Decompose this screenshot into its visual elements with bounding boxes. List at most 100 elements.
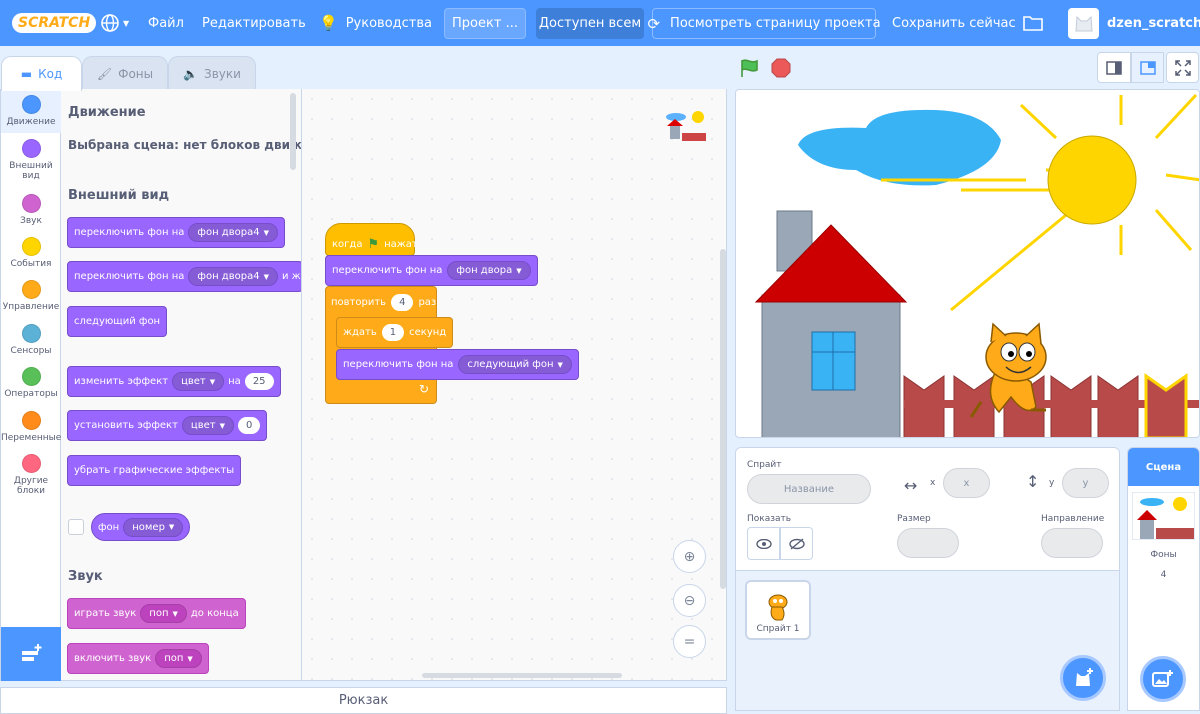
- chevron-down-icon: ▼: [219, 421, 225, 430]
- backdrop-reporter-block[interactable]: фон номер ▼: [91, 513, 191, 541]
- sound-dot: [21, 194, 41, 213]
- category-variables[interactable]: Переменные: [1, 411, 61, 443]
- backdrop-dropdown[interactable]: фон двора4 ▼: [188, 223, 278, 242]
- y-input[interactable]: y: [1062, 468, 1109, 498]
- account-menu[interactable]: dzen_scratch ▼: [1068, 0, 1200, 46]
- language-menu[interactable]: ▼: [100, 0, 129, 46]
- chevron-down-icon: ▼: [168, 523, 175, 531]
- sprite-list: Спрайт 1: [735, 571, 1120, 711]
- share-button[interactable]: Доступен всем: [536, 8, 644, 39]
- events-dot: [21, 237, 41, 256]
- backpack[interactable]: Рюкзак: [0, 687, 727, 714]
- repeat-header: повторить 4 раз: [325, 289, 442, 315]
- fullscreen-icon: [1174, 59, 1191, 76]
- category-looks[interactable]: Внешний вид: [1, 139, 61, 181]
- number-dropdown[interactable]: номер ▼: [123, 517, 184, 537]
- next-backdrop-script-block[interactable]: переключить фон на следующий фон ▼: [336, 349, 579, 380]
- image-add-icon: [1152, 670, 1173, 687]
- scratch-logo[interactable]: SCRATCH: [12, 0, 97, 46]
- chevron-down-icon: ▼: [557, 360, 563, 369]
- switch-backdrop-wait-block[interactable]: переключить фон на фон двора4▼ и ждат: [67, 261, 301, 292]
- motion-note: Выбрана сцена: нет блоков движени: [68, 138, 301, 152]
- switch-backdrop-block[interactable]: переключить фон на фон двора4 ▼: [67, 217, 285, 248]
- hide-button[interactable]: [780, 527, 813, 560]
- backdrop-reporter-checkbox[interactable]: [68, 519, 84, 535]
- green-flag-icon: [741, 59, 758, 77]
- clear-effects-block[interactable]: убрать графические эффекты: [67, 455, 242, 486]
- start-sound-block[interactable]: включить звук поп ▼: [67, 643, 209, 674]
- see-project-page-button[interactable]: ⟳ Посмотреть страницу проекта: [647, 8, 881, 39]
- tab-code[interactable]: ▬ Код: [1, 56, 82, 91]
- tab-sounds[interactable]: 🔈 Звуки: [168, 56, 256, 90]
- fullscreen-button[interactable]: [1166, 52, 1199, 83]
- play-sound-block[interactable]: играть звук поп ▼ до конца: [67, 598, 246, 629]
- category-sound[interactable]: Звук: [1, 194, 61, 226]
- category-events[interactable]: События: [1, 237, 61, 269]
- y-label: y: [1049, 478, 1055, 488]
- backdrop-dropdown[interactable]: следующий фон ▼: [458, 355, 572, 374]
- palette-scrollbar[interactable]: [290, 93, 296, 170]
- choose-sprite-button[interactable]: [1060, 655, 1106, 701]
- cat-add-icon: [1076, 668, 1093, 686]
- y-arrows-icon: ↕: [1026, 472, 1040, 491]
- extension-icon: [21, 644, 41, 661]
- category-control[interactable]: Управление: [1, 280, 61, 312]
- zoom-in-button[interactable]: ⊕: [673, 540, 706, 573]
- stop-button[interactable]: [770, 57, 792, 83]
- sprite-name-input[interactable]: Название: [747, 474, 871, 504]
- brush-icon: 🖌: [96, 66, 113, 81]
- effect-dropdown[interactable]: цвет ▼: [172, 372, 225, 391]
- set-value-input[interactable]: 0: [238, 417, 261, 434]
- stop-icon: [771, 58, 791, 78]
- wait-block[interactable]: ждать 1 секунд: [336, 317, 454, 348]
- script-vertical-scrollbar[interactable]: [720, 249, 726, 589]
- effect-dropdown[interactable]: цвет ▼: [181, 416, 234, 435]
- edit-menu[interactable]: Редактировать: [202, 0, 306, 46]
- when-flag-clicked-block[interactable]: когда ⚑ нажат: [325, 223, 418, 256]
- menu-bar: SCRATCH ▼ Файл Редактировать 💡 Руководст…: [0, 0, 1200, 46]
- large-stage-button[interactable]: [1131, 52, 1164, 83]
- stage-panel[interactable]: Сцена Фоны 4: [1127, 447, 1200, 711]
- tab-backdrops[interactable]: 🖌 Фоны: [82, 56, 168, 90]
- refresh-icon: ⟳: [647, 14, 661, 33]
- show-button[interactable]: [747, 527, 780, 560]
- choose-backdrop-button[interactable]: [1140, 656, 1186, 702]
- my-stuff-button[interactable]: [1022, 0, 1044, 46]
- code-icon: ▬: [20, 67, 33, 81]
- sound-dropdown[interactable]: поп ▼: [140, 604, 187, 623]
- sound-dropdown[interactable]: поп ▼: [155, 649, 202, 668]
- variables-dot: [21, 411, 41, 430]
- change-value-input[interactable]: 25: [244, 373, 274, 390]
- switch-backdrop-script-block[interactable]: переключить фон на фон двора ▼: [325, 255, 538, 286]
- category-motion[interactable]: Движение: [1, 89, 61, 133]
- set-effect-block[interactable]: установить эффект цвет ▼ 0: [67, 410, 268, 441]
- stage-canvas[interactable]: [735, 89, 1200, 438]
- script-area[interactable]: когда ⚑ нажат переключить фон на фон дво…: [301, 89, 727, 681]
- file-menu[interactable]: Файл: [148, 0, 184, 46]
- green-flag-button[interactable]: [739, 57, 761, 83]
- category-operators[interactable]: Операторы: [1, 367, 61, 399]
- large-stage-icon: [1139, 60, 1156, 75]
- sprite-tile-1[interactable]: Спрайт 1: [745, 580, 811, 640]
- tutorials-menu[interactable]: 💡 Руководства: [319, 0, 432, 46]
- small-stage-button[interactable]: [1097, 52, 1131, 83]
- loop-arrow-icon: ↻: [419, 382, 430, 396]
- add-extension-button[interactable]: [1, 627, 62, 681]
- next-backdrop-block[interactable]: следующий фон: [67, 306, 168, 337]
- backdrop-dropdown[interactable]: фон двора ▼: [447, 261, 531, 280]
- size-input[interactable]: [897, 528, 959, 558]
- direction-input[interactable]: [1041, 528, 1103, 558]
- change-effect-block[interactable]: изменить эффект цвет ▼ на 25: [67, 366, 281, 397]
- wait-value-input[interactable]: 1: [381, 324, 405, 341]
- project-title-input[interactable]: Проект ...: [444, 8, 526, 39]
- sound-heading: Звук: [68, 569, 103, 584]
- script-horizontal-scrollbar[interactable]: [422, 673, 622, 678]
- repeat-count-input[interactable]: 4: [391, 293, 414, 311]
- x-input[interactable]: x: [943, 468, 990, 498]
- backdrop-dropdown[interactable]: фон двора4 ▼: [188, 267, 278, 286]
- category-my-blocks[interactable]: Другие блоки: [1, 454, 61, 496]
- save-now-button[interactable]: Сохранить сейчас: [892, 0, 1016, 46]
- zoom-out-button[interactable]: ⊖: [673, 584, 706, 617]
- category-sensing[interactable]: Сенсоры: [1, 324, 61, 356]
- zoom-reset-button[interactable]: =: [673, 625, 706, 658]
